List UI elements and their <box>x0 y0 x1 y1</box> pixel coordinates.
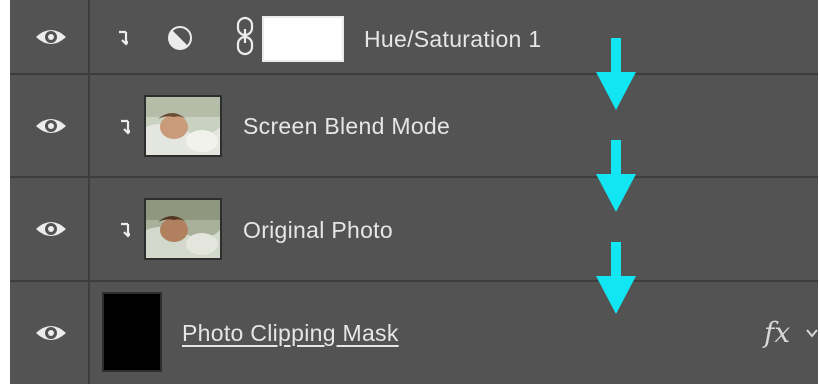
clipping-arrow-icon <box>121 222 130 238</box>
layer-row-screen-blend-mode[interactable]: Screen Blend Mode <box>10 75 818 178</box>
layer-name[interactable]: Original Photo <box>243 217 393 244</box>
layer-thumbnail[interactable] <box>144 198 222 260</box>
eye-icon[interactable] <box>34 322 68 344</box>
chain-link-icon[interactable] <box>234 16 256 56</box>
layer-name[interactable]: Screen Blend Mode <box>243 113 450 140</box>
layers-panel: Hue/Saturation 1 Screen Blend Mode Origi… <box>10 0 818 384</box>
layer-thumbnail[interactable] <box>144 95 222 157</box>
eye-icon[interactable] <box>34 218 68 240</box>
layer-name[interactable]: Hue/Saturation 1 <box>364 26 541 53</box>
visibility-column <box>10 282 90 384</box>
layer-thumbnail[interactable] <box>102 292 162 372</box>
down-arrow-icon <box>596 242 636 314</box>
visibility-column <box>10 0 90 73</box>
effects-indicator[interactable]: fx <box>764 316 790 349</box>
layer-mask-thumbnail[interactable] <box>262 16 344 62</box>
visibility-column <box>10 178 90 280</box>
clipping-arrow-icon <box>119 30 128 46</box>
visibility-column <box>10 75 90 176</box>
layer-row-original-photo[interactable]: Original Photo <box>10 178 818 282</box>
clipping-arrow-icon <box>121 119 130 135</box>
eye-icon[interactable] <box>34 115 68 137</box>
chevron-down-icon[interactable] <box>806 328 818 338</box>
hue-saturation-icon <box>168 26 192 50</box>
layer-row-photo-clipping-mask[interactable]: Photo Clipping Mask fx <box>10 282 818 384</box>
down-arrow-icon <box>596 140 636 212</box>
eye-icon[interactable] <box>34 26 68 48</box>
layer-name[interactable]: Photo Clipping Mask <box>182 320 399 347</box>
layer-row-hue-saturation[interactable]: Hue/Saturation 1 <box>10 0 818 75</box>
down-arrow-icon <box>596 38 636 110</box>
